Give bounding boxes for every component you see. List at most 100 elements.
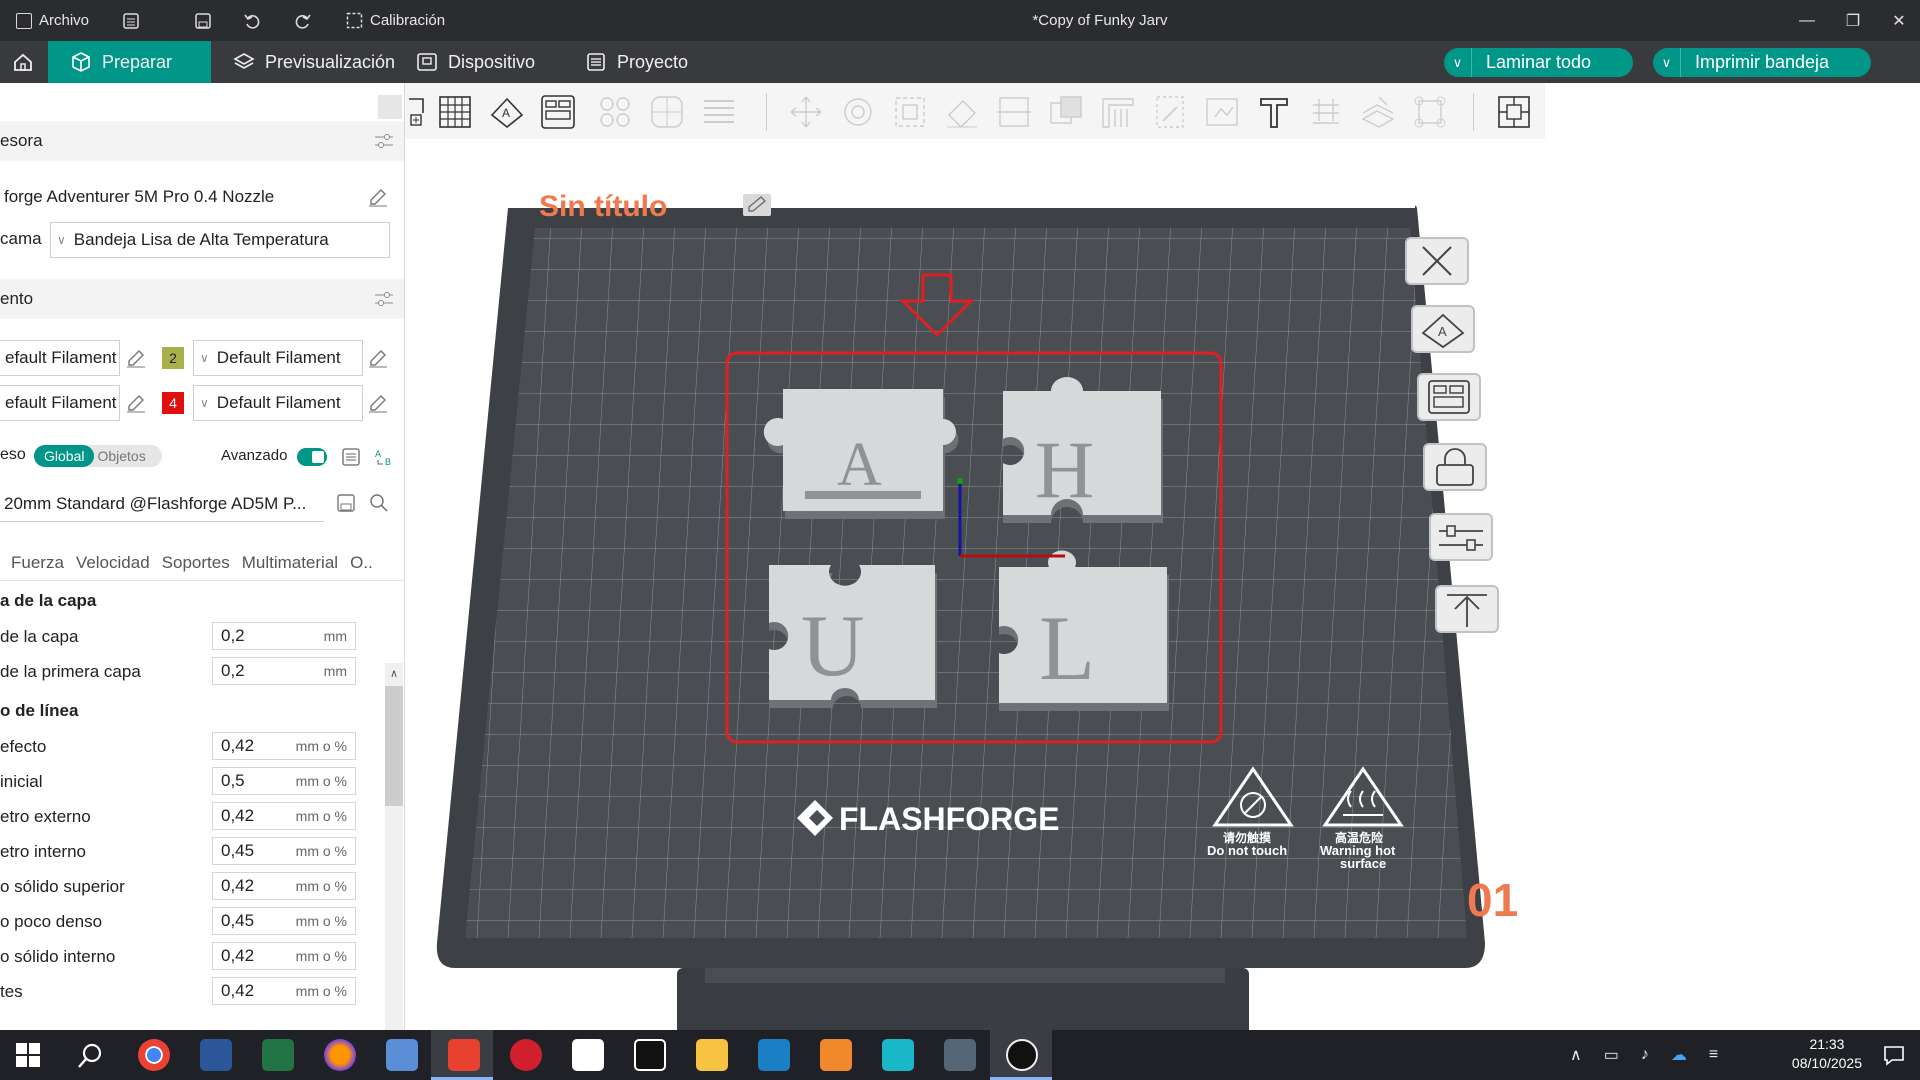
chevron-down-icon[interactable]: ∨ <box>1444 48 1472 77</box>
param-input[interactable]: 0,42 mm o % <box>212 802 356 830</box>
camera-icon[interactable] <box>944 1039 976 1071</box>
tab-others[interactable]: O.. <box>350 553 373 573</box>
app-icon-bw[interactable] <box>634 1039 666 1071</box>
tab-strength[interactable]: Fuerza <box>11 553 64 573</box>
filament-slot-badge[interactable]: 2 <box>162 347 184 369</box>
process-profile-select[interactable]: 20mm Standard @Flashforge AD5M P... <box>0 486 324 522</box>
3d-viewport[interactable]: A Sin título A H U L FLASHFORGE 请勿触摸 Do … <box>405 83 1920 1030</box>
bed-type-select[interactable]: ∨ Bandeja Lisa de Alta Temperatura <box>50 222 390 258</box>
firefox-icon[interactable] <box>324 1039 356 1071</box>
advanced-switch[interactable] <box>297 448 327 466</box>
filament-select-1[interactable]: efault Filament <box>0 340 120 376</box>
chevron-down-icon[interactable]: ∨ <box>1653 48 1681 77</box>
notifications-button[interactable] <box>1882 1043 1906 1072</box>
save-button[interactable] <box>194 0 212 41</box>
tab-project[interactable]: Proyecto <box>563 41 710 83</box>
app-icon-cyan[interactable] <box>882 1039 914 1071</box>
close-window-button[interactable]: ✕ <box>1876 0 1920 41</box>
rename-plate-icon[interactable] <box>743 194 771 216</box>
search-button[interactable] <box>76 1042 104 1075</box>
puzzle-piece-l[interactable]: L <box>999 550 1169 711</box>
tab-speed[interactable]: Velocidad <box>76 553 150 573</box>
chevron-up-icon[interactable]: ∧ <box>1570 1045 1582 1065</box>
arrange-plate-button[interactable] <box>1417 373 1481 421</box>
toggle-objects[interactable]: Objetos <box>94 448 145 464</box>
undo-button[interactable] <box>243 0 261 41</box>
volume-icon[interactable]: ♪ <box>1641 1046 1649 1064</box>
word-icon[interactable] <box>200 1039 232 1071</box>
file-explorer-icon[interactable] <box>696 1039 728 1071</box>
tab-device[interactable]: Dispositivo <box>394 41 557 83</box>
remote-app-icon[interactable] <box>386 1039 418 1071</box>
edit-icon[interactable] <box>368 187 388 207</box>
calibration-menu[interactable]: Calibración <box>346 0 445 41</box>
save-icon[interactable] <box>336 493 356 513</box>
slicer-app-icon[interactable] <box>448 1039 480 1071</box>
tab-supports[interactable]: Soportes <box>162 553 230 573</box>
home-button[interactable] <box>0 41 46 83</box>
plate-title[interactable]: Sin título <box>539 190 667 223</box>
battery-icon[interactable]: ▭ <box>1604 1045 1619 1065</box>
sublime-icon[interactable] <box>820 1039 852 1071</box>
filament-select-2[interactable]: ∨ Default Filament <box>193 340 363 376</box>
lock-plate-button[interactable] <box>1423 443 1487 491</box>
param-input[interactable]: 0,42 mm o % <box>212 942 356 970</box>
delete-plate-button[interactable] <box>1405 237 1469 285</box>
move-to-top-button[interactable] <box>1435 585 1499 633</box>
wifi-icon[interactable]: ≡ <box>1709 1046 1718 1064</box>
param-input[interactable]: 0,42 mm o % <box>212 732 356 760</box>
plate-settings-button[interactable] <box>1429 513 1493 561</box>
slice-all-button[interactable]: ∨ Laminar todo <box>1444 48 1633 77</box>
chrome-icon[interactable] <box>138 1039 170 1071</box>
tab-prepare[interactable]: Preparar <box>48 41 211 83</box>
tab-multimaterial[interactable]: Multimaterial <box>242 553 338 573</box>
filament-section-header: ento <box>0 279 404 319</box>
param-input[interactable]: 0,45 mm o % <box>212 837 356 865</box>
flashforge-app-icon[interactable] <box>1006 1039 1038 1071</box>
tab-preview[interactable]: Previsualización <box>211 41 417 83</box>
param-input[interactable]: 0,42 mm o % <box>212 977 356 1005</box>
chevron-up-icon[interactable]: ∧ <box>385 663 403 683</box>
orient-plate-button[interactable]: A <box>1411 305 1475 353</box>
print-plate-button[interactable]: ∨ Imprimir bandeja <box>1653 48 1871 77</box>
list-view-icon[interactable] <box>341 447 361 467</box>
filament-slot-badge[interactable]: 4 <box>162 392 184 414</box>
toggle-global[interactable]: Global <box>34 445 95 467</box>
restore-button[interactable]: ❐ <box>1830 0 1876 41</box>
param-input[interactable]: 0,45 mm o % <box>212 907 356 935</box>
notes-icon[interactable] <box>572 1039 604 1071</box>
printer-select[interactable]: forge Adventurer 5M Pro 0.4 Nozzle <box>0 179 362 215</box>
edit-icon[interactable] <box>368 348 388 368</box>
list-menu-button[interactable] <box>122 0 140 41</box>
filament-select-3[interactable]: efault Filament <box>0 385 120 421</box>
search-icon[interactable] <box>369 493 389 513</box>
system-tray: ∧ ▭ ♪ ☁ ≡ <box>1570 1030 1718 1080</box>
clock[interactable]: 21:33 08/10/2025 <box>1792 1035 1862 1073</box>
file-menu[interactable]: Archivo <box>16 0 89 41</box>
minimize-button[interactable]: — <box>1784 0 1830 41</box>
onedrive-icon[interactable]: ☁ <box>1671 1045 1687 1065</box>
edit-icon[interactable] <box>126 348 146 368</box>
redo-button[interactable] <box>294 0 312 41</box>
param-layer-height-input[interactable]: 0,2 mm <box>212 622 356 650</box>
puzzle-piece-h[interactable]: H <box>1003 377 1163 523</box>
sliders-icon[interactable] <box>375 291 393 307</box>
start-button[interactable] <box>16 1043 40 1072</box>
edit-icon[interactable] <box>368 393 388 413</box>
global-objects-toggle[interactable]: Global Objetos <box>34 445 162 467</box>
sketchup-icon[interactable] <box>758 1039 790 1071</box>
build-plate-scene[interactable]: Sin título A H U L FLASHFORGE 请勿触摸 Do no… <box>405 83 1920 1030</box>
edit-icon[interactable] <box>126 393 146 413</box>
puzzle-piece-u[interactable]: U <box>769 565 937 708</box>
param-input[interactable]: 0,5 mm o % <box>212 767 356 795</box>
param-first-layer-height-input[interactable]: 0,2 mm <box>212 657 356 685</box>
app-icon-red[interactable] <box>510 1039 542 1071</box>
excel-icon[interactable] <box>262 1039 294 1071</box>
sidebar-collapse-handle[interactable] <box>378 95 402 119</box>
param-input[interactable]: 0,42 mm o % <box>212 872 356 900</box>
filament-select-4[interactable]: ∨ Default Filament <box>193 385 363 421</box>
sliders-icon[interactable] <box>375 133 393 149</box>
sidebar-scrollbar-thumb[interactable] <box>385 686 403 806</box>
puzzle-piece-a[interactable]: A <box>763 389 959 519</box>
compare-icon[interactable]: AB <box>374 447 394 467</box>
